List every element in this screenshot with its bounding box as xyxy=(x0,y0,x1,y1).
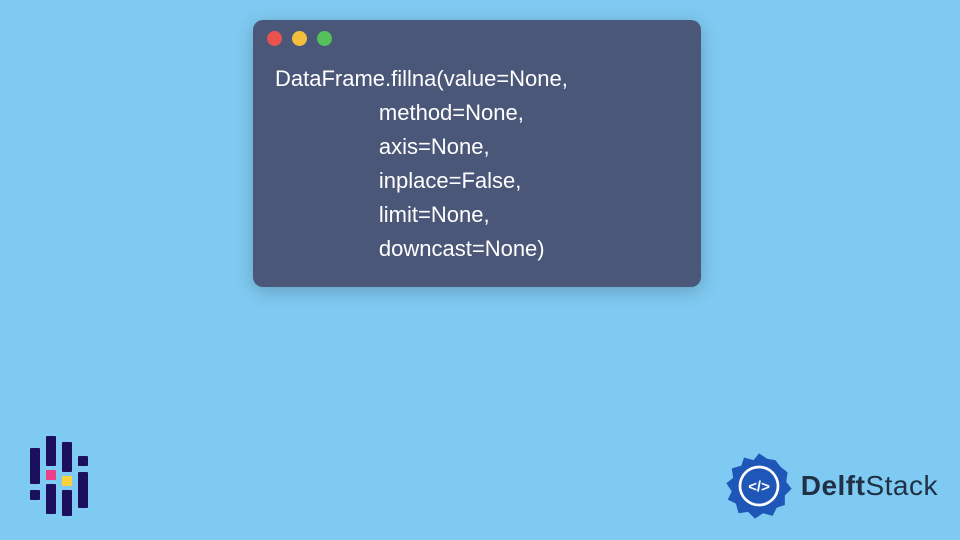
code-line: axis=None, xyxy=(275,134,490,159)
delftstack-wordmark: DelftStack xyxy=(801,470,938,502)
window-titlebar xyxy=(253,20,701,56)
pandas-logo-icon xyxy=(28,436,90,516)
code-body: DataFrame.fillna(value=None, method=None… xyxy=(253,56,701,273)
delftstack-badge-icon: </> xyxy=(725,452,793,520)
code-window: DataFrame.fillna(value=None, method=None… xyxy=(253,20,701,287)
wordmark-bold: Delft xyxy=(801,470,866,501)
code-line: inplace=False, xyxy=(275,168,521,193)
zoom-icon[interactable] xyxy=(317,31,332,46)
minimize-icon[interactable] xyxy=(292,31,307,46)
code-line: downcast=None) xyxy=(275,236,545,261)
code-line: method=None, xyxy=(275,100,524,125)
badge-glyph: </> xyxy=(748,478,770,495)
close-icon[interactable] xyxy=(267,31,282,46)
code-line: limit=None, xyxy=(275,202,490,227)
wordmark-light: Stack xyxy=(865,470,938,501)
delftstack-logo: </> DelftStack xyxy=(725,452,938,520)
code-line: DataFrame.fillna(value=None, xyxy=(275,66,568,91)
